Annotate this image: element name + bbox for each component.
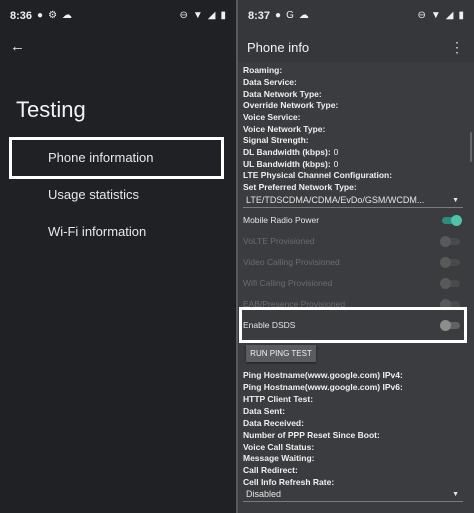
field-dl-bandwidth: DL Bandwidth (kbps): 0	[243, 147, 339, 157]
field-voice-call-status: Voice Call Status:	[243, 442, 315, 452]
field-data-received: Data Received:	[243, 418, 304, 428]
wifi-calling-switch	[440, 278, 460, 289]
switch-knob	[440, 236, 451, 247]
page-title: Testing	[16, 97, 86, 122]
field-call-redirect: Call Redirect:	[243, 465, 298, 475]
scrollbar[interactable]	[470, 132, 472, 162]
field-signal-strength: Signal Strength:	[243, 135, 309, 145]
switch-knob	[440, 320, 451, 331]
switch-knob	[440, 278, 451, 289]
preferred-network-value: LTE/TDSCDMA/CDMA/EvDo/GSM/WCDM...	[246, 195, 425, 205]
field-lte-physical-channel: LTE Physical Channel Configuration:	[243, 170, 393, 180]
app-bar-title: Phone info	[247, 39, 310, 55]
menu-item-usage-statistics[interactable]: Usage statistics	[48, 187, 139, 202]
toggle-label-mobile-radio-power: Mobile Radio Power	[243, 215, 320, 225]
cloud-icon: ☁	[62, 10, 73, 21]
switch-knob	[451, 215, 462, 226]
wifi-icon: ▼	[430, 10, 441, 21]
cloud-icon: ☁	[298, 10, 309, 21]
refresh-rate-dropdown[interactable]: Disabled ▼	[243, 487, 463, 502]
toggle-label-video-calling: Video Calling Provisioned	[243, 257, 340, 267]
toggle-label-volte: VoLTE Provisioned	[243, 236, 315, 246]
shield-icon: ●	[37, 10, 44, 21]
volte-switch	[440, 236, 460, 247]
field-voice-network-type: Voice Network Type:	[243, 124, 326, 134]
field-preferred-network: Set Preferred Network Type:	[243, 182, 357, 192]
refresh-rate-value: Disabled	[246, 489, 282, 499]
run-ping-test-button[interactable]: RUN PING TEST	[246, 345, 316, 362]
app-bar: Phone info ⋮	[238, 32, 474, 62]
google-icon: G	[286, 10, 294, 21]
more-options-icon[interactable]: ⋮	[450, 39, 474, 56]
field-override-network-type: Override Network Type:	[243, 100, 339, 110]
field-data-service: Data Service:	[243, 77, 297, 87]
shield-icon: ●	[275, 10, 282, 21]
dnd-icon: ⊖	[417, 10, 426, 21]
field-message-waiting: Message Waiting:	[243, 453, 315, 463]
field-ppp-reset: Number of PPP Reset Since Boot:	[243, 430, 380, 440]
status-bar: 8:37 ● G ☁ ⊖ ▼ ◢ ▮	[238, 0, 474, 32]
field-data-sent: Data Sent:	[243, 406, 286, 416]
enable-dsds-switch[interactable]	[440, 320, 460, 331]
back-arrow-icon[interactable]: ←	[10, 38, 25, 55]
dnd-icon: ⊖	[179, 10, 188, 21]
field-cell-info-refresh-rate: Cell Info Refresh Rate:	[243, 477, 335, 487]
field-http-client-test: HTTP Client Test:	[243, 394, 314, 404]
dropdown-caret-icon: ▼	[452, 490, 459, 498]
preferred-network-dropdown[interactable]: LTE/TDSCDMA/CDMA/EvDo/GSM/WCDM... ▼	[243, 193, 463, 208]
wifi-icon: ▼	[192, 10, 203, 21]
field-data-network-type: Data Network Type:	[243, 89, 322, 99]
signal-icon: ◢	[207, 10, 216, 21]
field-ping-ipv4: Ping Hostname(www.google.com) IPv4:	[243, 370, 403, 380]
field-voice-service: Voice Service:	[243, 112, 301, 122]
settings-testing-screen: 8:36 ● ⚙ ☁ ⊖ ▼ ◢ ▮ ← Testing Phone infor…	[0, 0, 236, 513]
switch-knob	[440, 257, 451, 268]
dropdown-caret-icon: ▼	[452, 196, 459, 204]
field-ul-bandwidth: UL Bandwidth (kbps): 0	[243, 159, 339, 169]
clock: 8:37	[248, 10, 271, 22]
battery-icon: ▮	[220, 10, 226, 21]
status-bar: 8:36 ● ⚙ ☁ ⊖ ▼ ◢ ▮	[0, 0, 236, 32]
clock: 8:36	[10, 10, 33, 22]
mobile-radio-power-switch[interactable]	[442, 215, 462, 226]
toggle-label-enable-dsds: Enable DSDS	[243, 320, 296, 330]
battery-icon: ▮	[458, 10, 464, 21]
menu-item-wifi-information[interactable]: Wi-Fi information	[48, 224, 146, 239]
toggle-label-wifi-calling: Wifi Calling Provisioned	[243, 278, 333, 288]
signal-icon: ◢	[445, 10, 454, 21]
phone-info-screen: 8:37 ● G ☁ ⊖ ▼ ◢ ▮ Phone info ⋮ Roaming:…	[238, 0, 474, 513]
video-calling-switch	[440, 257, 460, 268]
phone-info-content: Roaming: Data Service: Data Network Type…	[238, 62, 474, 513]
menu-item-phone-information[interactable]: Phone information	[48, 150, 154, 165]
field-roaming: Roaming:	[243, 65, 283, 75]
field-ping-ipv6: Ping Hostname(www.google.com) IPv6:	[243, 382, 403, 392]
gear-status-icon: ⚙	[48, 10, 58, 21]
